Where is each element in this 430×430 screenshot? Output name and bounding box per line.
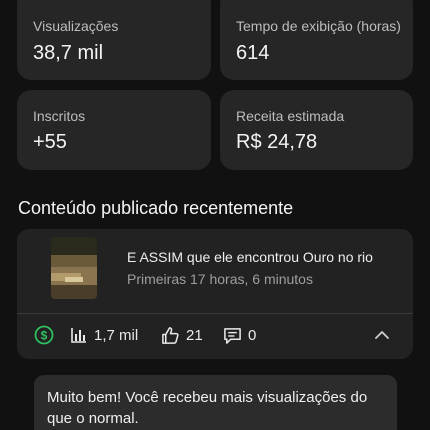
- stat-card-revenue[interactable]: Receita estimada R$ 24,78: [220, 90, 413, 170]
- comments-count: 0: [248, 326, 257, 344]
- thumbs-up-icon: [162, 326, 179, 344]
- divider: [17, 313, 413, 314]
- likes-metric: 21: [161, 324, 203, 346]
- chevron-up-icon[interactable]: [373, 326, 391, 344]
- stat-label: Visualizações: [33, 18, 119, 34]
- stat-label: Tempo de exibição (horas): [236, 18, 401, 34]
- stat-value: 614: [236, 42, 270, 64]
- dollar-circle-icon: $: [34, 325, 54, 345]
- stat-label: Receita estimada: [236, 108, 345, 124]
- section-title: Conteúdo publicado recentemente: [18, 198, 294, 218]
- analytics-screen: Visualizações 38,7 mil Tempo de exibição…: [0, 0, 430, 430]
- stat-value: +55: [33, 131, 67, 153]
- recent-video-card[interactable]: E ASSIM que ele encontrou Ouro no rio Pr…: [17, 229, 413, 359]
- collapse-button[interactable]: [373, 324, 391, 346]
- stat-label: Inscritos: [33, 108, 86, 124]
- stat-value: R$ 24,78: [236, 131, 318, 153]
- likes-count: 21: [186, 326, 203, 344]
- stat-value: 38,7 mil: [33, 42, 104, 64]
- stat-card-views[interactable]: Visualizações 38,7 mil: [17, 0, 211, 80]
- views-count: 1,7 mil: [94, 326, 139, 344]
- views-metric: 1,7 mil: [70, 324, 138, 346]
- comment-icon: [224, 327, 241, 344]
- insight-card: Muito bem! Você recebeu mais visualizaçõ…: [34, 375, 397, 430]
- stat-card-subscribers[interactable]: Inscritos +55: [17, 90, 211, 170]
- video-title[interactable]: E ASSIM que ele encontrou Ouro no rio: [127, 249, 373, 265]
- bar-chart-icon: [71, 328, 86, 343]
- svg-text:$: $: [41, 329, 48, 343]
- monetization-metric: $: [34, 324, 54, 346]
- stat-card-watch-time[interactable]: Tempo de exibição (horas) 614: [220, 0, 413, 80]
- comments-metric: 0: [223, 324, 256, 346]
- insight-text: Muito bem! Você recebeu mais visualizaçõ…: [47, 389, 368, 427]
- video-subtitle: Primeiras 17 horas, 6 minutos: [127, 271, 313, 287]
- video-thumbnail[interactable]: [51, 237, 97, 299]
